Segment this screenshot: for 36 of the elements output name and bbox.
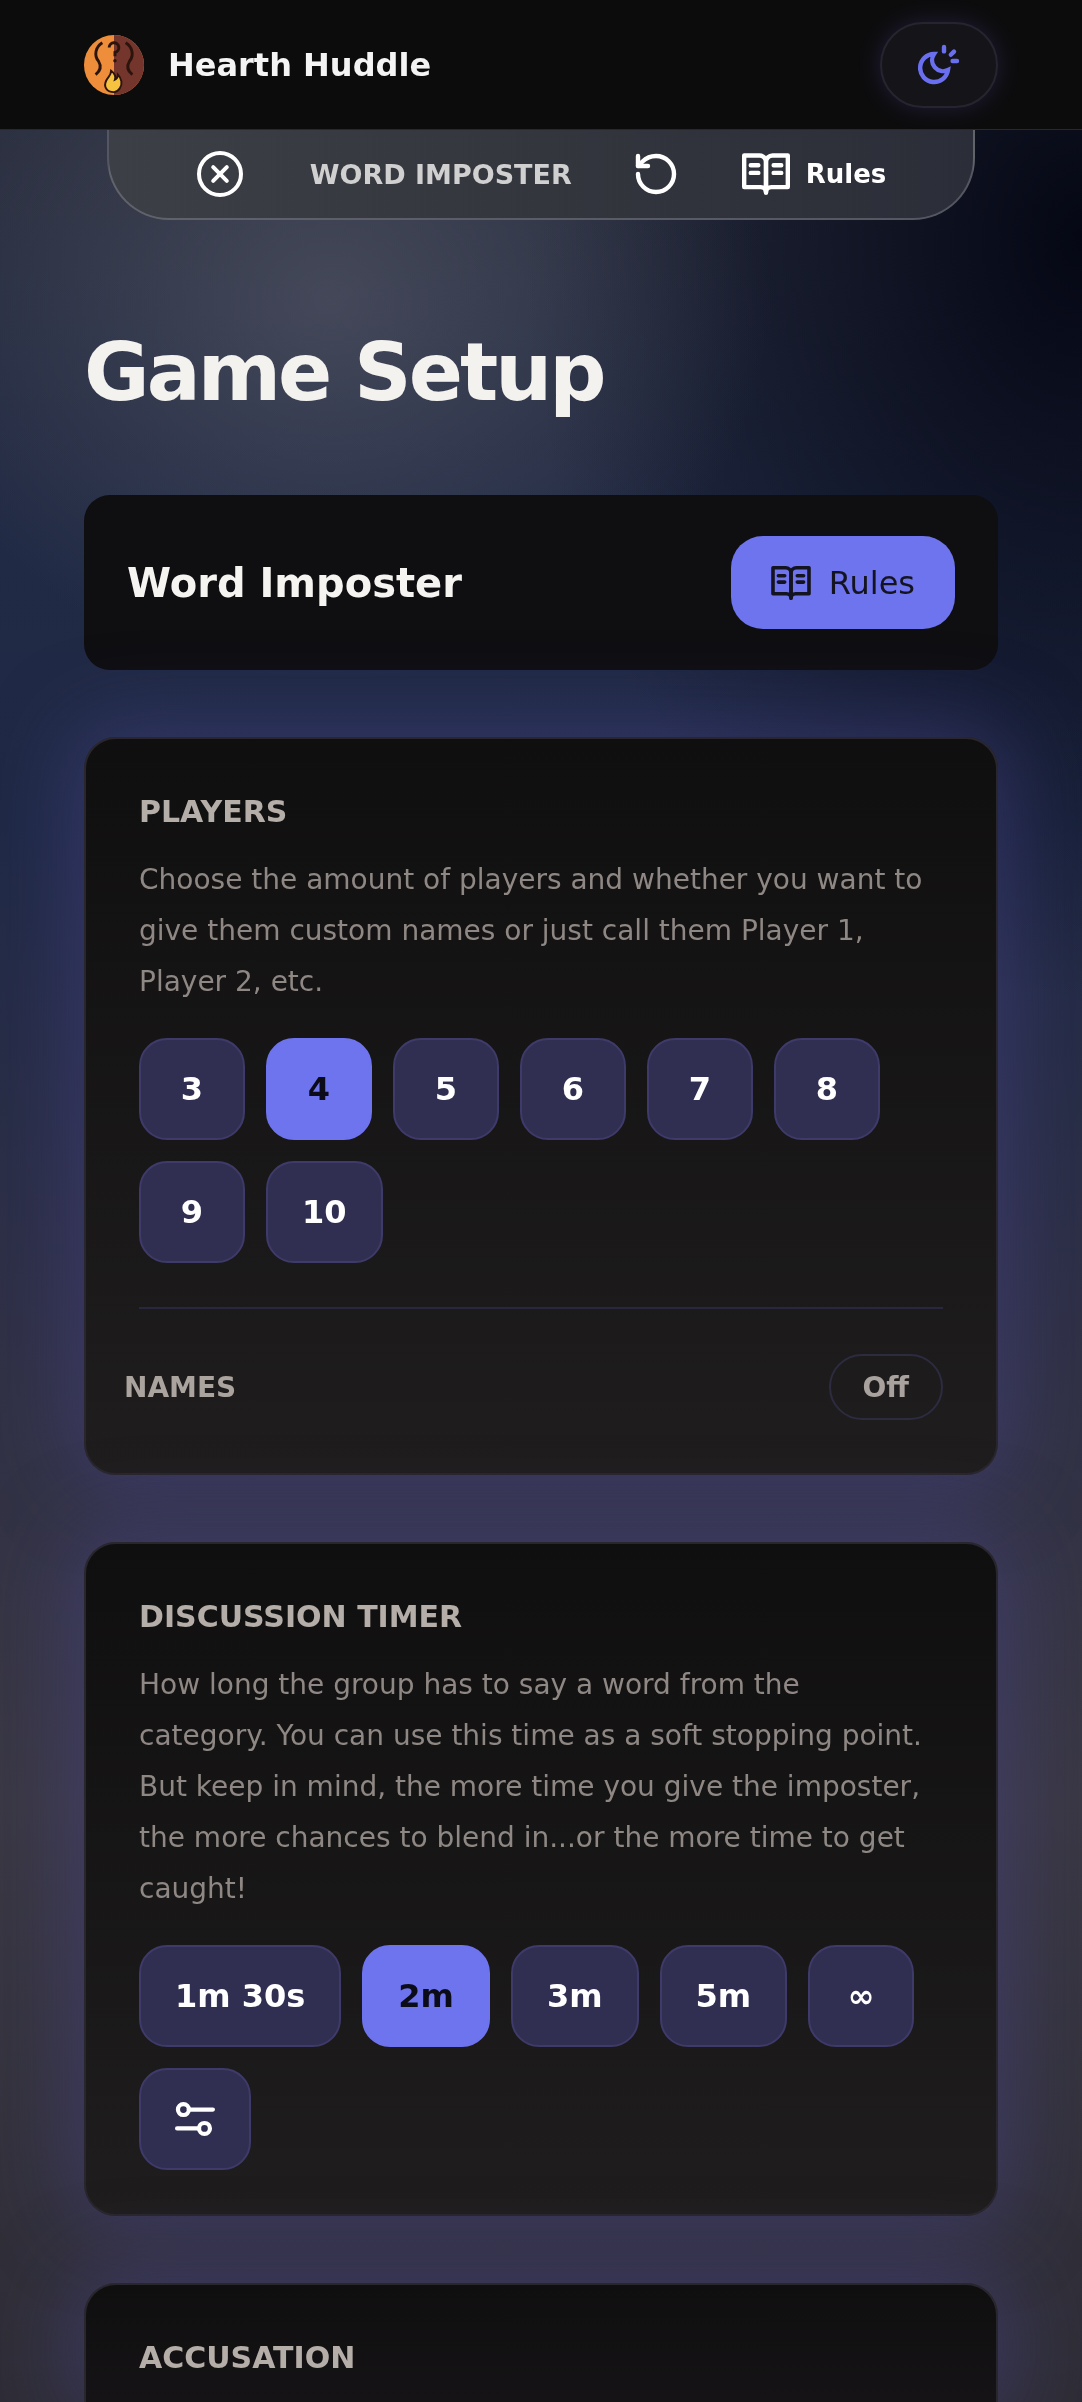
section-title: ACCUSATION xyxy=(139,2339,357,2377)
game-title: Word Imposter xyxy=(127,559,462,606)
page-title: Game Setup xyxy=(84,325,605,421)
names-toggle[interactable]: Off xyxy=(828,1354,943,1420)
option-button[interactable]: 6 xyxy=(520,1038,626,1140)
option-button[interactable]: 5m xyxy=(659,1945,788,2047)
option-button[interactable]: 7 xyxy=(647,1038,753,1140)
option-button[interactable]: ∞ xyxy=(808,1945,915,2047)
close-button[interactable] xyxy=(195,150,244,198)
section-description: Choose the amount of players and whether you want to give them custom names or just call them Player 1, Player 2, etc. xyxy=(139,862,924,1000)
sliders-icon xyxy=(175,2101,215,2137)
custom-time-button[interactable] xyxy=(139,2068,251,2170)
option-button[interactable]: 8 xyxy=(774,1038,880,1140)
option-button[interactable]: 3 xyxy=(139,1038,245,1140)
option-button[interactable]: 5 xyxy=(393,1038,499,1140)
rules-button[interactable]: Rules xyxy=(730,536,955,629)
section-title: DISCUSSION TIMER xyxy=(139,1598,464,1636)
flame-logo-icon xyxy=(83,33,145,96)
option-button[interactable]: 10 xyxy=(266,1161,383,1263)
close-icon xyxy=(195,150,244,198)
restart-button[interactable] xyxy=(633,152,678,196)
option-button[interactable]: 1m 30s xyxy=(139,1945,342,2047)
option-button[interactable]: 9 xyxy=(139,1161,245,1263)
names-label: NAMES xyxy=(124,1370,237,1404)
option-button[interactable]: 2m xyxy=(362,1945,490,2047)
section-title: PLAYERS xyxy=(139,793,289,831)
book-icon xyxy=(741,152,790,196)
section-description: How long the group has to say a word from the category. You can use this time as a soft stopping point. But keep in mind, the more time you give the imposter, the more chances to blend in...or the more time to get caught! xyxy=(139,1667,923,1907)
option-button[interactable]: 4 xyxy=(266,1038,372,1140)
app-title: Hearth Huddle xyxy=(168,45,432,84)
moon-icon xyxy=(918,43,960,86)
game-name: WORD IMPOSTER xyxy=(309,158,572,190)
book-icon xyxy=(770,564,811,601)
refresh-icon xyxy=(633,152,678,196)
option-button[interactable]: 3m xyxy=(510,1945,639,2047)
rules-link[interactable]: Rules xyxy=(741,152,887,196)
